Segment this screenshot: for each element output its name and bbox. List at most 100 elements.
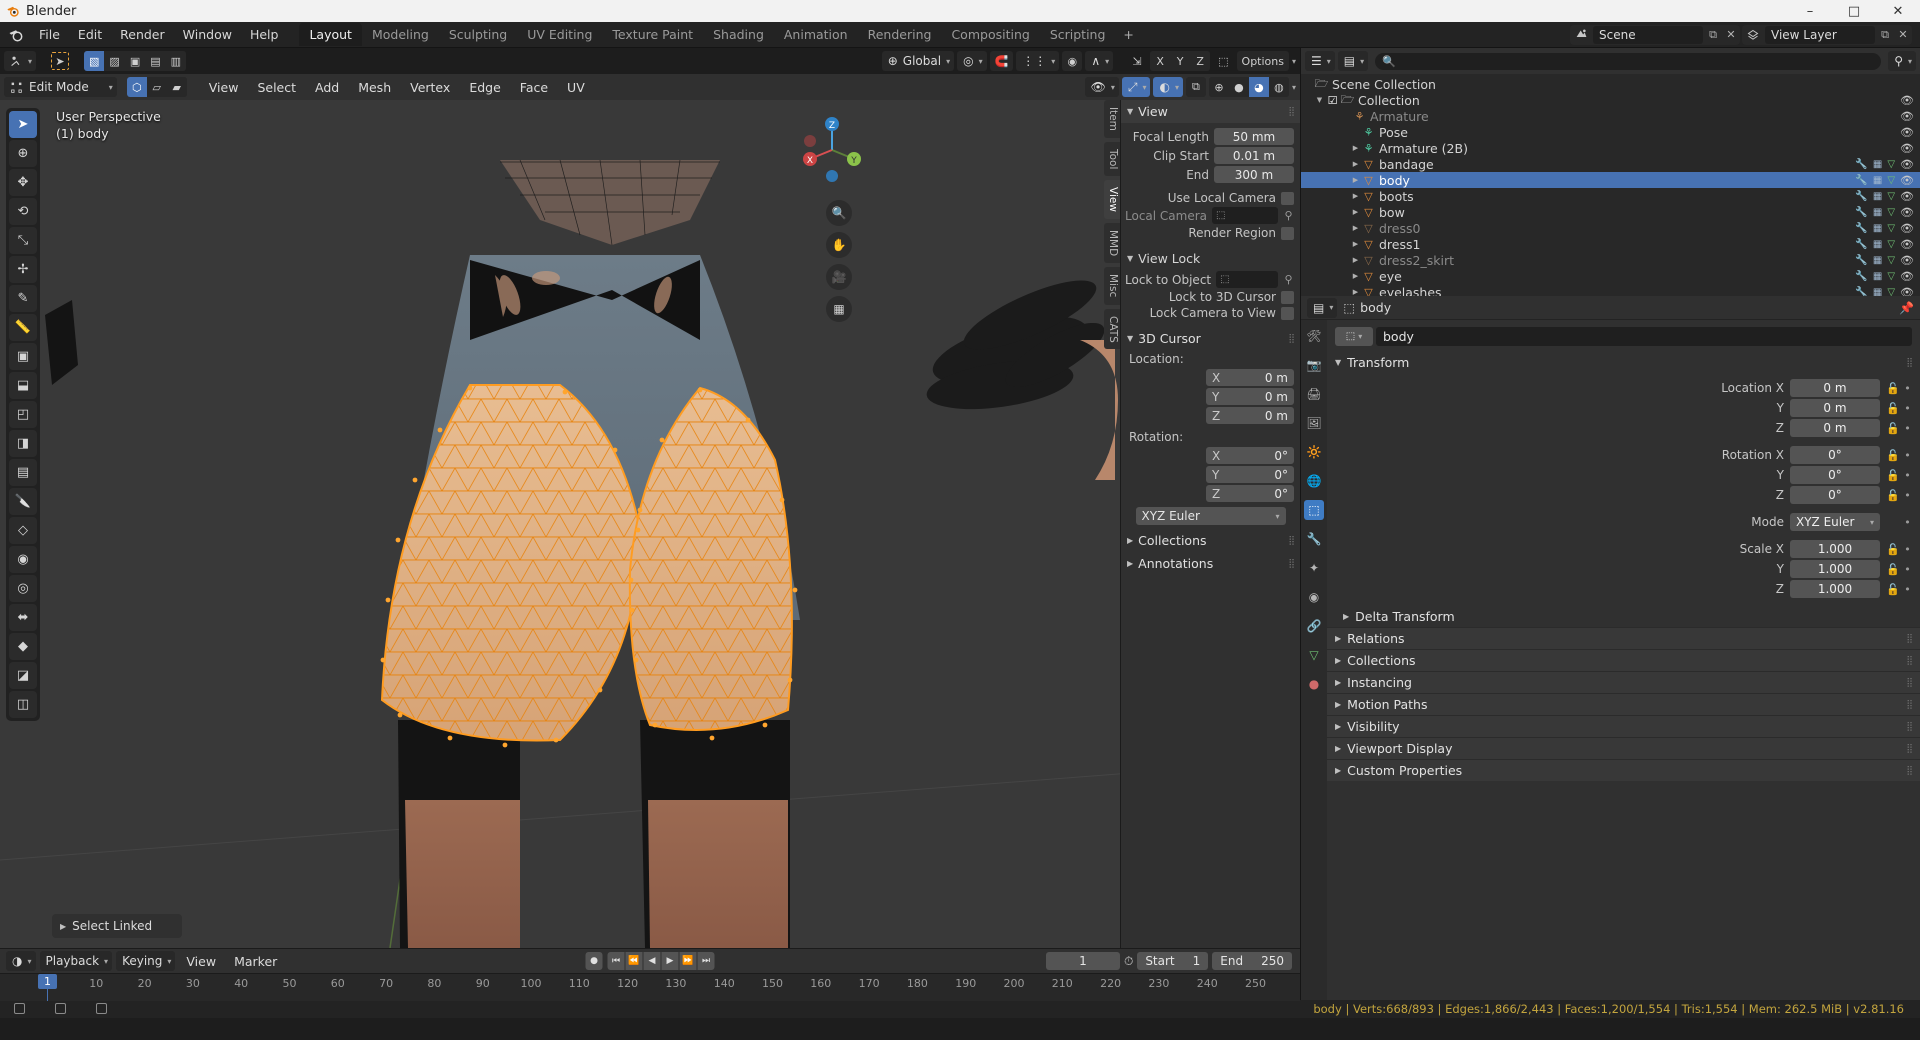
expand-triangle-icon[interactable]: ▶ (1350, 224, 1361, 232)
tool-loop-cut[interactable]: ▤ (9, 459, 37, 486)
scale-z-value[interactable]: 1.000 (1790, 580, 1880, 598)
timeline-ruler[interactable]: 1 10 20 30 40 50 60 70 80 90 100 110 120 130 140 150 16… (0, 973, 1300, 1001)
lock-camera-to-view-checkbox[interactable] (1281, 306, 1294, 320)
object-data-icon[interactable]: ▽ (1887, 191, 1895, 202)
eye-icon[interactable]: 👁 (1900, 94, 1914, 107)
npanel-tab-misc[interactable]: Misc (1104, 267, 1120, 305)
drag-grip-icon[interactable]: ⣿ (1906, 634, 1913, 644)
npanel-tab-mmd[interactable]: MMD (1104, 223, 1120, 264)
mirror-x-button[interactable]: X (1150, 51, 1171, 71)
npanel-tab-cats[interactable]: CATS (1104, 308, 1120, 350)
expand-triangle-icon[interactable]: ▶ (1350, 240, 1361, 248)
cursor-rot-y-value[interactable]: Y 0° (1206, 466, 1294, 483)
drag-grip-icon[interactable]: ⣿ (1906, 744, 1913, 754)
mesh-data-icon[interactable]: ▦ (1873, 207, 1882, 218)
cursor-rot-z-value[interactable]: Z 0° (1206, 485, 1294, 502)
snap-pivot-selector[interactable]: ◎ ▾ (957, 51, 987, 71)
start-frame-field[interactable]: Start 1 (1137, 952, 1209, 970)
lock-icon[interactable]: 🔓 (1886, 422, 1900, 435)
select-intersect-icon[interactable]: ▥ (165, 51, 187, 71)
rendered-shading-icon[interactable]: ◍ (1268, 77, 1289, 97)
editor-type-selector[interactable]: ▾ (4, 51, 37, 71)
record-keyframe-button[interactable]: ● (585, 952, 603, 970)
expand-triangle-icon[interactable]: ▶ (1350, 256, 1361, 264)
menu-help[interactable]: Help (241, 24, 288, 45)
drag-grip-icon[interactable]: ⣿ (1288, 334, 1295, 344)
outliner-row-pose[interactable]: ⚘ Pose 👁 (1301, 124, 1920, 140)
collapse-triangle-icon[interactable]: ▼ (1314, 96, 1325, 104)
timeline-editor-type-selector[interactable]: ◑ ▾ (6, 951, 36, 971)
eye-icon[interactable]: 👁 (1900, 110, 1914, 123)
animate-dot-icon[interactable]: • (1903, 422, 1912, 435)
tool-edge-slide[interactable]: ⬌ (9, 604, 37, 631)
remove-view-layer-icon[interactable]: ✕ (1894, 25, 1912, 45)
drag-grip-icon[interactable]: ⣿ (1906, 358, 1913, 368)
rotation-x-value[interactable]: 0° (1790, 446, 1880, 464)
cursor-loc-y-value[interactable]: Y 0 m (1206, 388, 1294, 405)
object-data-icon[interactable]: ▽ (1887, 175, 1895, 186)
rotation-y-value[interactable]: 0° (1790, 466, 1880, 484)
tool-transform[interactable]: ✢ (9, 256, 37, 283)
npanel-section-view[interactable]: ▼ View ⣿ (1121, 100, 1300, 123)
scene-name[interactable]: Scene (1593, 25, 1703, 44)
datablock-type-selector[interactable]: ⬚ ▾ (1335, 327, 1373, 346)
navigation-gizmo[interactable]: Z X Y (794, 112, 870, 188)
lock-icon[interactable]: 🔓 (1886, 543, 1900, 556)
tool-tweak[interactable]: ➤ (9, 111, 37, 138)
mirror-z-button[interactable]: Z (1190, 51, 1211, 71)
menu-file[interactable]: File (30, 24, 69, 45)
outliner-row-eye[interactable]: ▶ ▽ eye 🔧 ▦ ▽ 👁 (1301, 268, 1920, 284)
menu-window[interactable]: Window (174, 24, 241, 45)
tab-object[interactable]: ⬚ (1304, 500, 1324, 520)
menu-render[interactable]: Render (111, 24, 174, 45)
menu-edit[interactable]: Edit (69, 24, 111, 45)
outliner-row-collection[interactable]: ▼ ☑ 🗁 Collection 👁 (1301, 92, 1920, 108)
viewport-menu-face[interactable]: Face (512, 78, 556, 97)
expand-triangle-icon[interactable]: ▶ (1350, 160, 1361, 168)
focal-length-value[interactable]: 50 mm (1214, 128, 1294, 145)
minimize-button[interactable]: – (1788, 0, 1832, 22)
workspace-tab-uv-editing[interactable]: UV Editing (517, 23, 602, 46)
xray-toggle-icon[interactable]: ⧉ (1185, 77, 1206, 97)
eye-icon[interactable]: 👁 (1900, 190, 1914, 203)
scale-x-value[interactable]: 1.000 (1790, 540, 1880, 558)
modifier-wrench-icon[interactable]: 🔧 (1855, 271, 1867, 282)
select-subtract-icon[interactable]: ▣ (124, 51, 146, 71)
properties-panel-custom-properties[interactable]: ▶ Custom Properties ⣿ (1327, 759, 1920, 781)
tab-modifiers[interactable]: 🔧 (1304, 529, 1324, 549)
eye-icon[interactable]: 👁 (1900, 142, 1914, 155)
checkbox-icon[interactable]: ☑ (1325, 94, 1340, 107)
outliner-filter-button[interactable]: ⚲ ▾ (1888, 51, 1916, 71)
expand-triangle-icon[interactable]: ▶ (1350, 288, 1361, 296)
eye-icon[interactable]: 👁 (1900, 286, 1914, 297)
options-button[interactable]: Options (1236, 51, 1289, 71)
tool-rotate[interactable]: ⟲ (9, 198, 37, 225)
close-button[interactable]: ✕ (1876, 0, 1920, 22)
current-frame-field[interactable]: 1 (1045, 952, 1120, 970)
transform-orientation-selector[interactable]: ⊕ Global ▾ (881, 51, 955, 71)
properties-panel-relations[interactable]: ▶ Relations ⣿ (1327, 627, 1920, 649)
outliner-display-mode-selector[interactable]: ▤ ▾ (1337, 51, 1369, 71)
tool-bevel[interactable]: ◨ (9, 430, 37, 457)
mesh-data-icon[interactable]: ▦ (1873, 271, 1882, 282)
select-invert-icon[interactable]: ▤ (145, 51, 166, 71)
modifier-wrench-icon[interactable]: 🔧 (1855, 207, 1867, 218)
mesh-data-icon[interactable]: ▦ (1873, 255, 1882, 266)
lock-icon[interactable]: 🔓 (1886, 402, 1900, 415)
outliner-row-scene-collection[interactable]: 🗁 Scene Collection (1301, 76, 1920, 92)
play-button[interactable]: ▶ (661, 952, 679, 970)
properties-panel-viewport-display[interactable]: ▶ Viewport Display ⣿ (1327, 737, 1920, 759)
object-data-icon[interactable]: ▽ (1887, 159, 1895, 170)
jump-to-end-button[interactable]: ⏭ (697, 952, 715, 970)
eye-icon[interactable]: 👁 (1900, 270, 1914, 283)
workspace-tab-compositing[interactable]: Compositing (941, 23, 1039, 46)
tool-inset-faces[interactable]: ◰ (9, 401, 37, 428)
properties-panel-instancing[interactable]: ▶ Instancing ⣿ (1327, 671, 1920, 693)
tab-object-data[interactable]: ▽ (1304, 645, 1324, 665)
unlink-scene-icon[interactable]: ✕ (1722, 25, 1740, 45)
eyedropper-icon[interactable]: ⚲ (1283, 273, 1294, 286)
outliner-tree[interactable]: 🗁 Scene Collection ▼ ☑ 🗁 Collection 👁 ⚘ A… (1301, 74, 1920, 296)
clip-start-value[interactable]: 0.01 m (1214, 147, 1294, 164)
properties-section-transform[interactable]: ▼ Transform ⣿ (1327, 352, 1920, 373)
select-extend-icon[interactable]: ▨ (104, 51, 125, 71)
